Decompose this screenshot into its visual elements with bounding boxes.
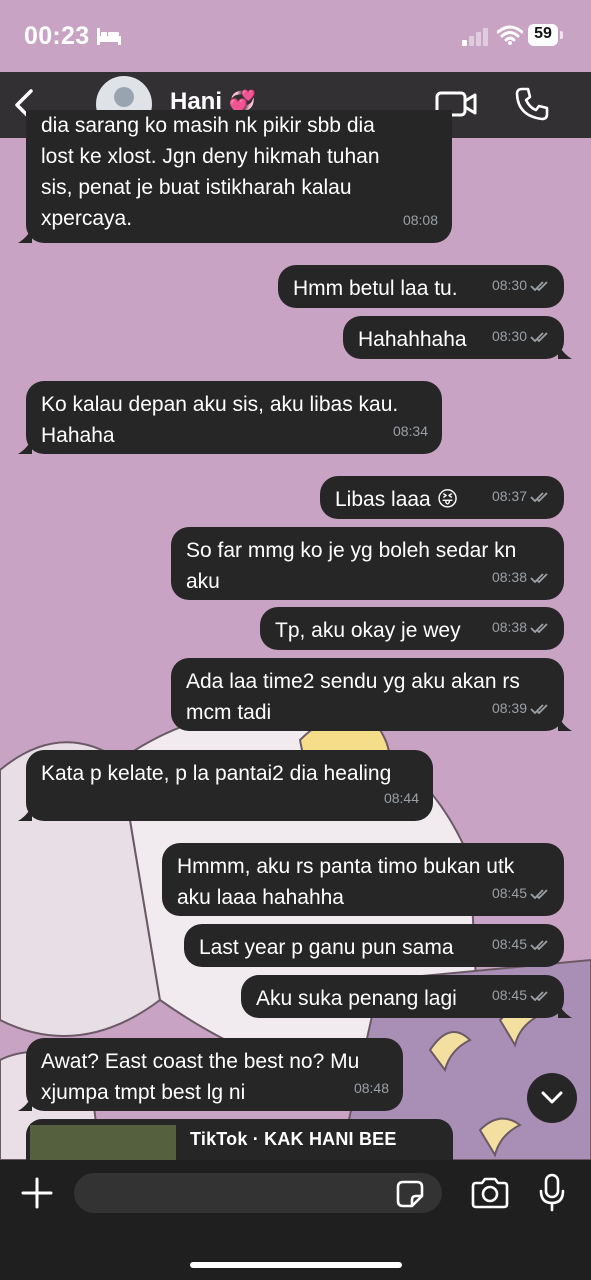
bubble-tail: [18, 438, 32, 454]
message-outgoing[interactable]: Ada laa time2 sendu yg aku akan rs mcm t…: [171, 658, 572, 731]
microphone-icon[interactable]: [538, 1173, 566, 1213]
message-incoming[interactable]: Kata p kelate, p la pantai2 dia healing …: [18, 750, 433, 821]
sticker-icon[interactable]: [394, 1178, 426, 1210]
bubble-tail: [558, 715, 572, 731]
message-time: 08:45: [491, 987, 527, 1003]
plus-icon[interactable]: [20, 1176, 54, 1210]
read-receipt-icon: [530, 888, 548, 899]
message-incoming[interactable]: dia sarang ko masih nk pikir sbb dia los…: [18, 110, 452, 243]
message-outgoing[interactable]: Hahahhaha 08:30: [343, 316, 572, 359]
message-time: 08:38: [491, 619, 527, 635]
message-time: 08:34: [392, 423, 428, 439]
status-bar: 00:23 59: [0, 0, 591, 72]
message-incoming[interactable]: Ko kalau depan aku sis, aku libas kau. H…: [18, 381, 442, 454]
bubble-tail: [18, 227, 32, 243]
bubble-tail: [18, 805, 32, 821]
message-outgoing[interactable]: Aku suka penang lagi 08:45: [241, 975, 572, 1018]
read-receipt-icon: [530, 939, 548, 950]
link-preview-title: TikTok · KAK HANI BEE: [190, 1129, 397, 1149]
bubble-tail: [558, 343, 572, 359]
message-time: 08:30: [491, 277, 527, 293]
message-outgoing[interactable]: So far mmg ko je yg boleh sedar kn aku 0…: [171, 527, 564, 600]
message-time: 08:39: [491, 700, 527, 716]
camera-icon[interactable]: [470, 1176, 510, 1210]
message-outgoing[interactable]: Tp, aku okay je wey 08:38: [260, 607, 564, 650]
composer-bar: [0, 1160, 591, 1280]
message-incoming[interactable]: Awat? East coast the best no? Mu xjumpa …: [18, 1038, 403, 1111]
message-outgoing[interactable]: Libas laaa 😝 08:37: [320, 476, 564, 519]
status-time: 00:23: [24, 22, 90, 50]
message-input[interactable]: [74, 1173, 442, 1213]
message-time: 08:08: [402, 212, 438, 228]
bubble-tail: [18, 1095, 32, 1111]
message-outgoing[interactable]: Hmmm, aku rs panta timo bukan utk aku la…: [162, 843, 564, 916]
message-text: Awat? East coast the best no? Mu xjumpa …: [41, 1050, 360, 1104]
message-outgoing[interactable]: Last year p ganu pun sama 08:45: [184, 924, 564, 967]
message-time: 08:48: [353, 1080, 389, 1096]
message-time: 08:45: [491, 936, 527, 952]
read-receipt-icon: [530, 703, 548, 714]
wifi-icon: [497, 25, 523, 45]
message-text: Kata p kelate, p la pantai2 dia healing: [41, 762, 392, 785]
battery-level: 59: [534, 25, 552, 42]
read-receipt-icon: [530, 491, 548, 502]
message-text: dia sarang ko masih nk pikir sbb dia los…: [41, 114, 380, 230]
read-receipt-icon: [530, 280, 548, 291]
message-time: 08:30: [491, 328, 527, 344]
battery-icon: 59: [528, 24, 564, 46]
message-outgoing[interactable]: Hmm betul laa tu. 08:30: [278, 265, 564, 308]
scroll-to-bottom-button[interactable]: [527, 1073, 577, 1123]
message-text: Ko kalau depan aku sis, aku libas kau. H…: [41, 393, 399, 447]
home-indicator: [190, 1262, 402, 1268]
signal-icon: [462, 28, 488, 46]
message-time: 08:45: [491, 885, 527, 901]
phone-call-icon[interactable]: [514, 86, 550, 122]
bed-icon: [97, 28, 121, 45]
read-receipt-icon: [530, 572, 548, 583]
read-receipt-icon: [530, 990, 548, 1001]
message-time: 08:38: [491, 569, 527, 585]
chevron-down-icon: [541, 1091, 563, 1104]
read-receipt-icon: [530, 622, 548, 633]
read-receipt-icon: [530, 331, 548, 342]
message-time: 08:37: [491, 488, 527, 504]
message-time: 08:44: [383, 790, 419, 806]
bubble-tail: [558, 1002, 572, 1018]
